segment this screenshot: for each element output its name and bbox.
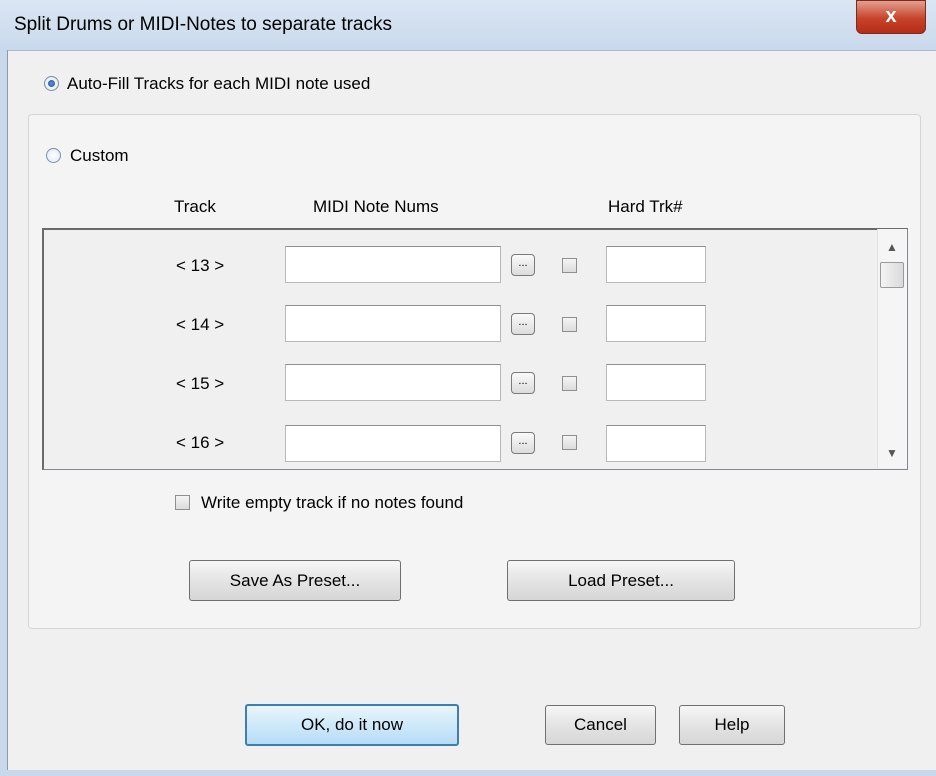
midi-notes-input[interactable]	[285, 425, 501, 462]
header-midi-note-nums: MIDI Note Nums	[313, 197, 439, 216]
ok-button[interactable]: OK, do it now	[245, 704, 459, 746]
hard-trk-input[interactable]	[606, 305, 706, 342]
header-hard-trk: Hard Trk#	[608, 197, 683, 216]
cancel-button[interactable]: Cancel	[545, 705, 656, 745]
window-title: Split Drums or MIDI-Notes to separate tr…	[14, 14, 392, 35]
custom-radio[interactable]	[46, 148, 61, 163]
window-frame-bottom	[0, 770, 936, 776]
browse-notes-button[interactable]: ...	[511, 372, 535, 394]
save-as-preset-button[interactable]: Save As Preset...	[189, 560, 401, 601]
close-button[interactable]: x	[856, 0, 926, 34]
track-label: < 15 >	[176, 374, 225, 393]
midi-notes-input[interactable]	[285, 364, 501, 401]
autofill-label[interactable]: Auto-Fill Tracks for each MIDI note used	[67, 74, 370, 94]
write-empty-checkbox[interactable]	[175, 495, 190, 510]
midi-notes-input[interactable]	[285, 246, 501, 283]
help-button[interactable]: Help	[679, 705, 785, 745]
scroll-thumb[interactable]	[880, 262, 904, 288]
hard-trk-checkbox[interactable]	[562, 435, 577, 450]
scroll-down-arrow-icon[interactable]: ▼	[886, 446, 898, 460]
custom-label[interactable]: Custom	[70, 146, 129, 166]
window-frame-left	[0, 50, 8, 776]
browse-notes-button[interactable]: ...	[511, 313, 535, 335]
hard-trk-checkbox[interactable]	[562, 376, 577, 391]
browse-notes-button[interactable]: ...	[511, 254, 535, 276]
track-label: < 13 >	[176, 256, 225, 275]
hard-trk-input[interactable]	[606, 364, 706, 401]
load-preset-button[interactable]: Load Preset...	[507, 560, 735, 601]
hard-trk-input[interactable]	[606, 425, 706, 462]
track-label: < 14 >	[176, 315, 225, 334]
hard-trk-checkbox[interactable]	[562, 317, 577, 332]
write-empty-label[interactable]: Write empty track if no notes found	[201, 493, 463, 513]
header-track: Track	[174, 197, 216, 216]
hard-trk-input[interactable]	[606, 246, 706, 283]
hard-trk-checkbox[interactable]	[562, 258, 577, 273]
midi-notes-input[interactable]	[285, 305, 501, 342]
track-label: < 16 >	[176, 433, 225, 452]
scroll-up-arrow-icon[interactable]: ▲	[886, 240, 898, 254]
autofill-radio[interactable]	[44, 76, 59, 91]
browse-notes-button[interactable]: ...	[511, 432, 535, 454]
